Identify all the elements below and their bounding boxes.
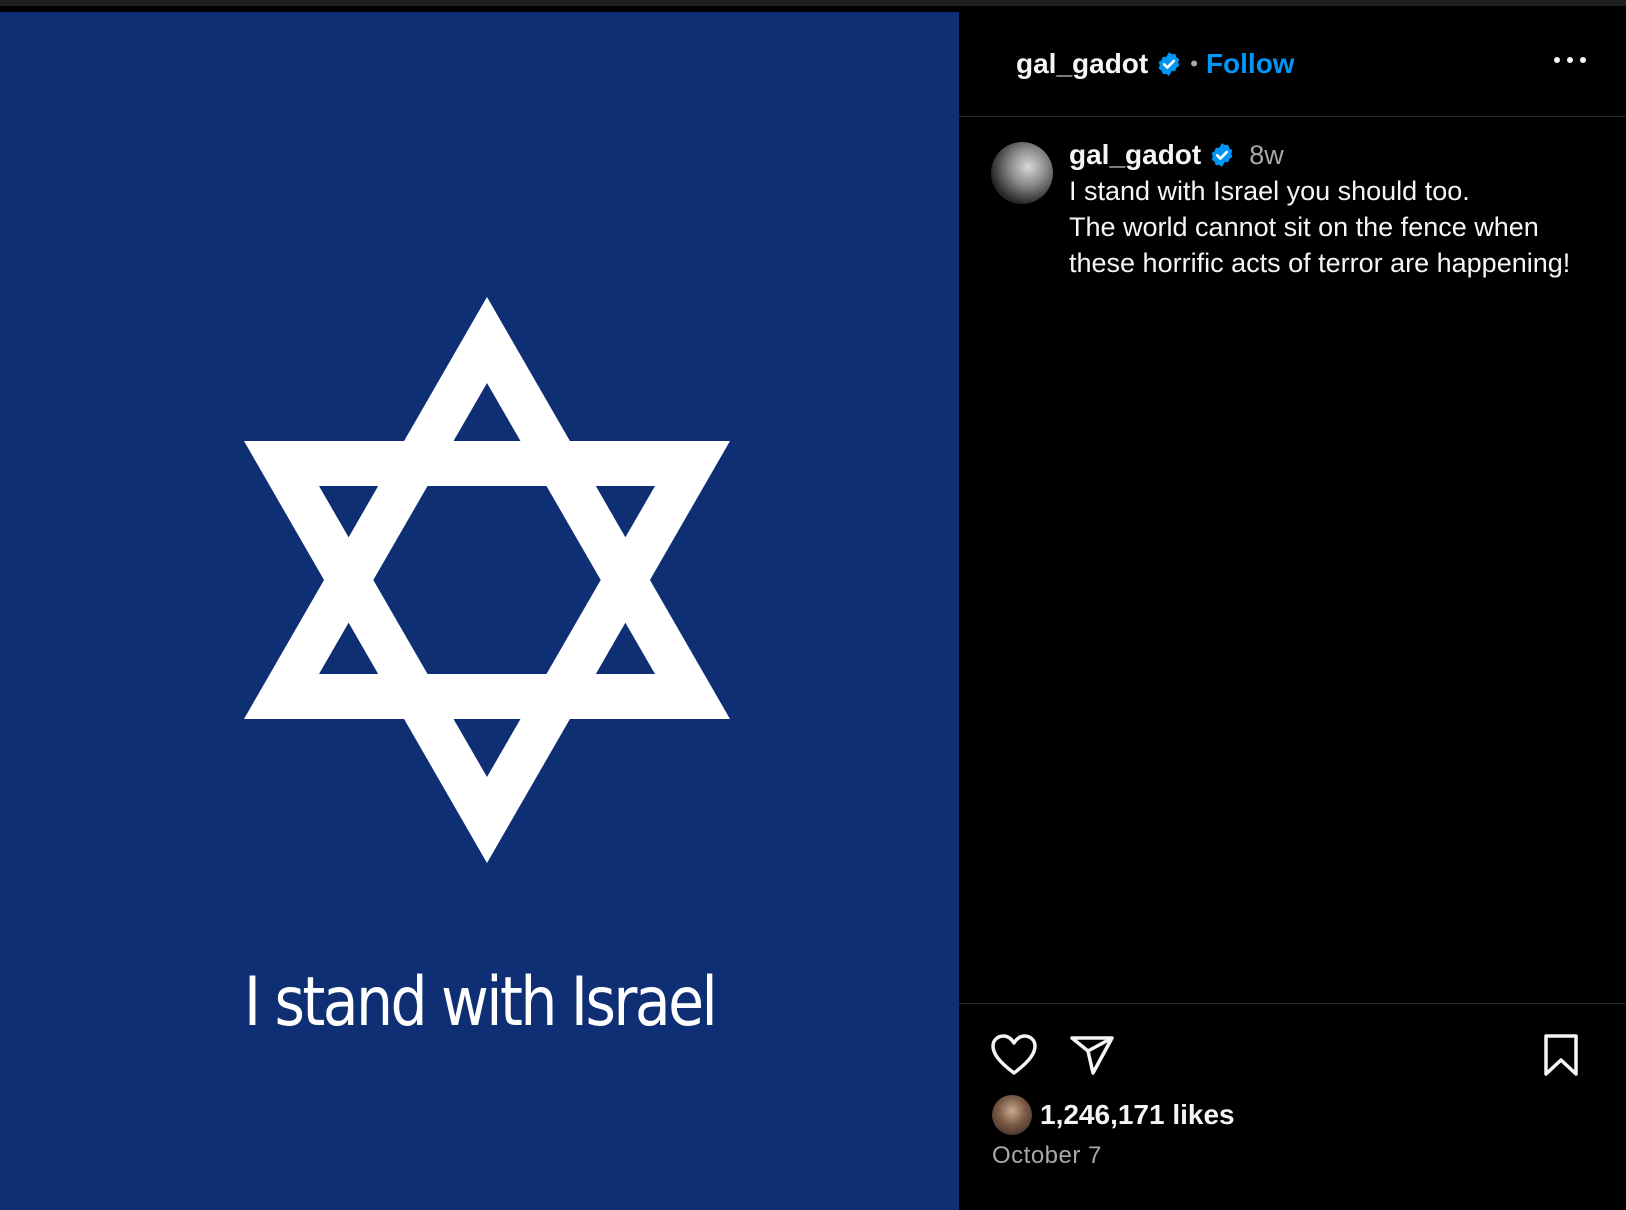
star-of-david-icon — [244, 297, 730, 863]
caption-comment: gal_gadot 8w I stand with Israel you sho… — [991, 139, 1606, 281]
paper-plane-icon[interactable] — [1069, 1034, 1115, 1076]
follow-button[interactable]: Follow — [1206, 48, 1295, 80]
likes-row[interactable]: 1,246,171 likes — [992, 1095, 1235, 1135]
post-image[interactable]: I stand with Israel — [0, 12, 959, 1210]
liker-avatar — [992, 1095, 1032, 1135]
caption-username[interactable]: gal_gadot — [1069, 139, 1201, 171]
header-username[interactable]: gal_gadot — [1016, 48, 1148, 80]
more-options-icon[interactable] — [1552, 50, 1588, 70]
bookmark-icon[interactable] — [1541, 1033, 1581, 1077]
post-time-ago[interactable]: 8w — [1249, 140, 1284, 171]
post-actions-area: 1,246,171 likes October 7 — [959, 1003, 1626, 1210]
caption-text: I stand with Israel you should too. The … — [1069, 176, 1571, 278]
likes-count[interactable]: 1,246,171 likes — [1040, 1099, 1235, 1131]
avatar[interactable] — [991, 142, 1053, 204]
post-header: gal_gadot • Follow — [959, 12, 1626, 117]
separator-dot: • — [1190, 51, 1198, 76]
verified-badge-icon — [1211, 143, 1233, 167]
image-overlay-text: I stand with Israel — [243, 963, 718, 1042]
post-date[interactable]: October 7 — [992, 1142, 1102, 1170]
verified-badge-icon — [1158, 52, 1180, 76]
post-sidebar: gal_gadot • Follow gal_gadot 8w I stand … — [959, 12, 1626, 1210]
heart-icon[interactable] — [990, 1033, 1038, 1077]
post-window: I stand with Israel gal_gadot • Follow g… — [0, 0, 1626, 1210]
